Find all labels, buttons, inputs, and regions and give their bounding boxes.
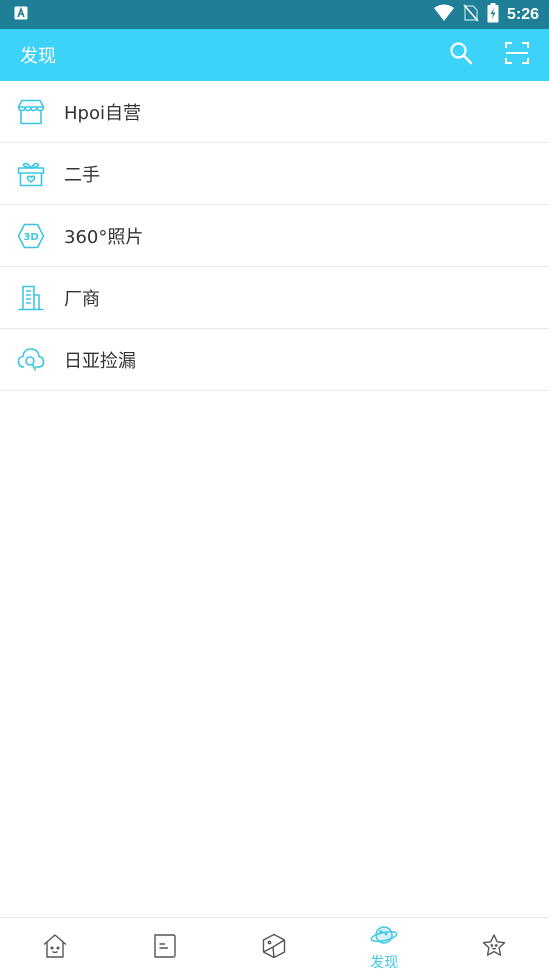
tab-discover[interactable]: 发现 [329, 918, 439, 977]
scan-button[interactable] [493, 29, 541, 81]
app-notification-icon [14, 5, 28, 24]
list-item-label: Hpoi自营 [64, 102, 141, 124]
list-item-label: 二手 [64, 164, 100, 186]
building-icon [16, 283, 46, 313]
tab-figures[interactable] [220, 918, 330, 977]
search-button[interactable] [437, 29, 485, 81]
gift-box-icon [16, 159, 46, 189]
cloud-search-icon [16, 345, 46, 375]
tab-home[interactable] [0, 918, 110, 977]
search-icon [449, 41, 473, 69]
discover-list: Hpoi自营 二手 3D 360°照片 厂商 日亚捡漏 [0, 81, 549, 391]
list-item-360-photos[interactable]: 3D 360°照片 [0, 205, 549, 267]
tab-notes[interactable] [110, 918, 220, 977]
planet-icon [370, 924, 398, 950]
store-icon [16, 97, 46, 127]
3d-hexagon-icon: 3D [16, 221, 46, 251]
svg-text:3D: 3D [23, 232, 38, 243]
list-item-label: 日亚捡漏 [64, 350, 136, 372]
tab-label: 发现 [370, 954, 399, 971]
list-item-hpoi-store[interactable]: Hpoi自营 [0, 81, 549, 143]
clock: 5:26 [506, 5, 539, 23]
no-sim-icon [463, 3, 479, 26]
scan-icon [505, 41, 529, 69]
list-item-label: 360°照片 [64, 226, 144, 248]
star-face-icon [481, 933, 507, 963]
list-item-manufacturers[interactable]: 厂商 [0, 267, 549, 329]
app-bar: 发现 [0, 29, 549, 81]
battery-charging-icon [487, 2, 499, 27]
list-item-second-hand[interactable]: 二手 [0, 143, 549, 205]
list-item-amazon-jp-deals[interactable]: 日亚捡漏 [0, 329, 549, 391]
status-bar: 5:26 [0, 0, 549, 29]
cube-icon [261, 933, 287, 963]
home-face-icon [42, 933, 68, 963]
wifi-icon [433, 4, 455, 26]
note-icon [152, 933, 178, 963]
list-item-label: 厂商 [64, 288, 100, 310]
page-title: 发现 [20, 46, 56, 67]
bottom-nav: 发现 [0, 917, 549, 977]
tab-favorites[interactable] [439, 918, 549, 977]
